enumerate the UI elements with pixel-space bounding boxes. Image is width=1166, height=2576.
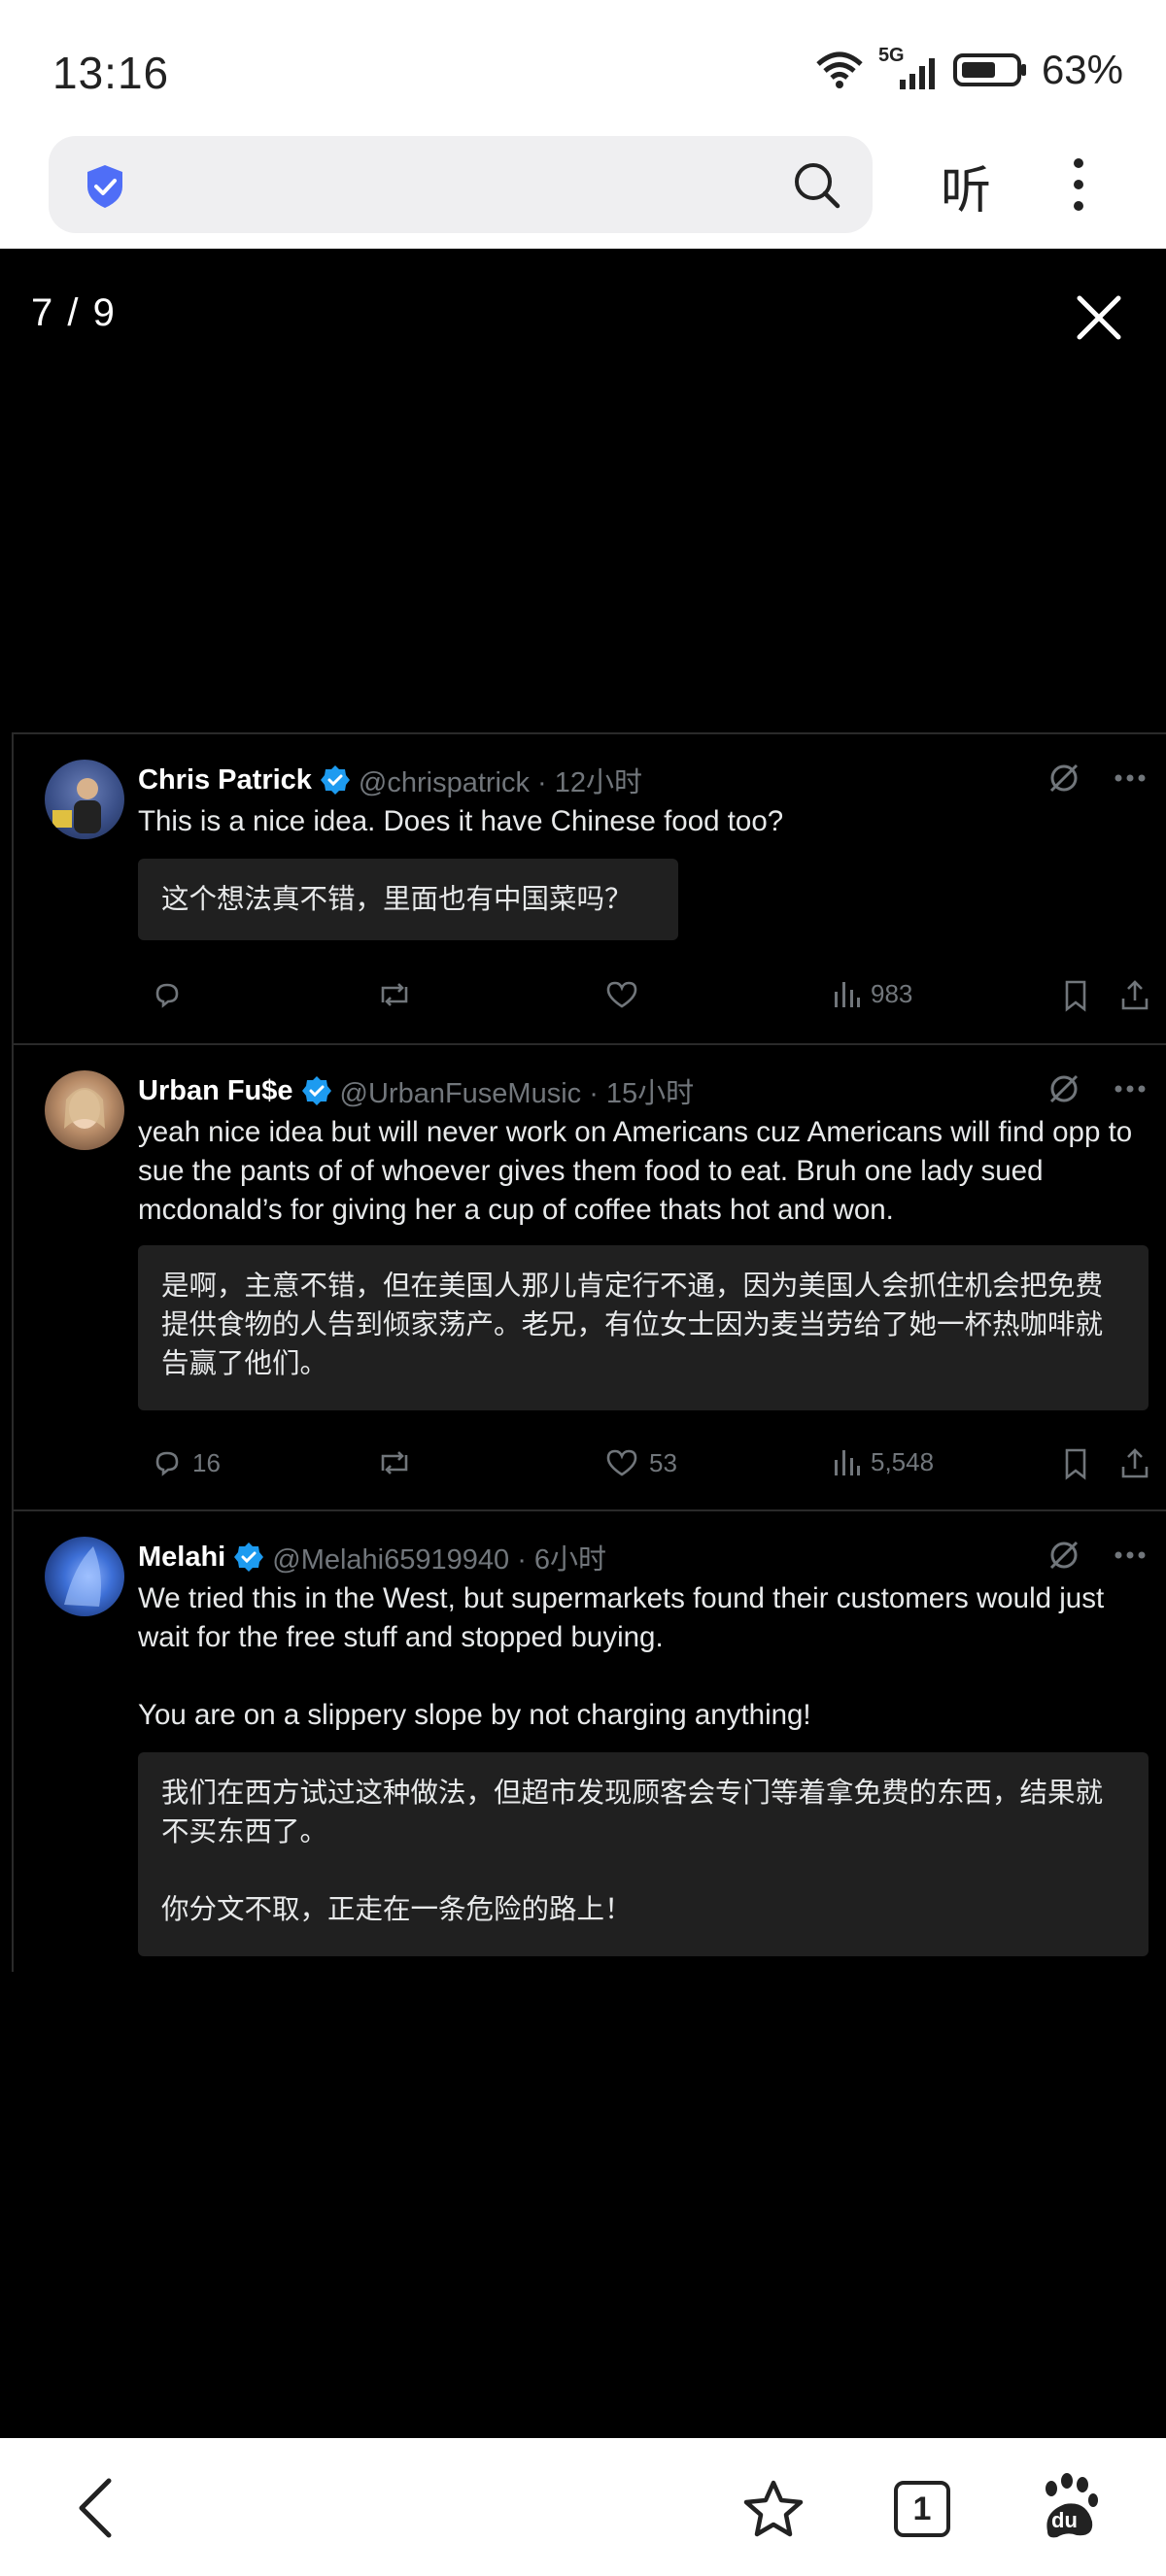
- avatar: [45, 1070, 124, 1150]
- user-handle: @chrispatrick · 12小时: [358, 767, 643, 798]
- baidu-paw-icon[interactable]: du: [1038, 2473, 1100, 2541]
- battery-percent: 63%: [1041, 47, 1123, 92]
- grok-icon[interactable]: [1047, 1072, 1080, 1105]
- verified-badge-icon: [320, 765, 350, 795]
- verified-badge-icon: [234, 1542, 264, 1572]
- image-counter: 7 / 9: [31, 291, 117, 334]
- address-bar[interactable]: [49, 136, 873, 233]
- tweet-thread-image: Chris Patrick @chrispatrick · 12小时 This …: [12, 732, 1166, 1972]
- tabs-count: 1: [912, 2490, 932, 2527]
- bookmark-icon[interactable]: [1061, 979, 1090, 1012]
- repost-button[interactable]: [375, 1447, 414, 1478]
- browser-bottom-nav: 1 du: [0, 2438, 1166, 2576]
- tweet-text: yeah nice idea but will never work on Am…: [138, 1116, 1133, 1226]
- cellular-signal-icon: 5G: [878, 45, 939, 91]
- browser-toolbar: 听: [0, 126, 1166, 249]
- tabs-button[interactable]: 1: [894, 2481, 950, 2537]
- like-button[interactable]: [604, 979, 649, 1010]
- repost-icon: [381, 983, 408, 1006]
- reply-icon: [155, 983, 179, 1008]
- avatar: [45, 760, 124, 839]
- views-button[interactable]: 983: [832, 979, 912, 1009]
- more-horizontal-icon[interactable]: [1114, 1084, 1147, 1094]
- views-button[interactable]: 5,548: [832, 1447, 934, 1477]
- analytics-icon: [835, 981, 860, 1007]
- heart-icon: [606, 981, 637, 1008]
- verified-badge-icon: [301, 1076, 331, 1105]
- star-icon[interactable]: [742, 2479, 805, 2539]
- tweet-text: This is a nice idea. Does it have Chines…: [138, 805, 784, 837]
- like-count: 53: [649, 1447, 677, 1477]
- reply-button[interactable]: 16: [152, 1447, 221, 1478]
- tweet-translation: 这个想法真不错，里面也有中国菜吗？: [138, 859, 678, 940]
- tweet-header: Melahi @Melahi65919940 · 6小时: [138, 1537, 606, 1577]
- more-horizontal-icon[interactable]: [1114, 773, 1147, 783]
- tweet-actions: 16 53 5,548: [138, 1447, 1158, 1490]
- wifi-icon: [816, 51, 863, 88]
- battery-icon: [952, 53, 1026, 86]
- view-count: 5,548: [871, 1447, 935, 1476]
- tweet-menu: [1047, 762, 1147, 795]
- close-icon[interactable]: [1075, 293, 1123, 342]
- status-time: 13:16: [52, 48, 170, 98]
- user-name: Urban Fu$e: [138, 1074, 293, 1106]
- listen-button[interactable]: 听: [941, 150, 991, 222]
- more-horizontal-icon[interactable]: [1114, 1550, 1147, 1560]
- analytics-icon: [835, 1449, 860, 1475]
- tweet-actions: 983: [138, 979, 1158, 1022]
- repost-button[interactable]: [375, 979, 414, 1010]
- shield-check-icon: [87, 165, 122, 208]
- divider: [14, 1043, 1166, 1045]
- search-icon[interactable]: [791, 159, 843, 212]
- repost-icon: [381, 1451, 408, 1474]
- grok-icon[interactable]: [1047, 1539, 1080, 1572]
- tweet-text: We tried this in the West, but supermark…: [138, 1582, 1105, 1731]
- status-bar: 13:16 5G 63%: [0, 0, 1166, 126]
- user-name: Chris Patrick: [138, 763, 312, 796]
- back-icon[interactable]: [76, 2477, 115, 2539]
- share-icon[interactable]: [1119, 979, 1150, 1012]
- tweet-translation: 是啊，主意不错，但在美国人那儿肯定行不通，因为美国人会抓住机会把免费提供食物的人…: [138, 1245, 1149, 1410]
- share-icon[interactable]: [1119, 1447, 1150, 1480]
- tweet-header: Chris Patrick @chrispatrick · 12小时: [138, 760, 642, 800]
- user-handle: @UrbanFuseMusic · 15小时: [339, 1078, 695, 1109]
- tweet-translation: 我们在西方试过这种做法，但超市发现顾客会专门等着拿免费的东西，结果就不买东西了。…: [138, 1752, 1149, 1956]
- user-name: Melahi: [138, 1541, 226, 1573]
- user-handle: @Melahi65919940 · 6小时: [272, 1544, 607, 1576]
- bookmark-icon[interactable]: [1061, 1447, 1090, 1480]
- tweet-menu: [1047, 1072, 1147, 1105]
- status-icons: 5G 63%: [814, 45, 1123, 93]
- heart-icon: [606, 1449, 637, 1476]
- like-button[interactable]: 53: [604, 1447, 677, 1478]
- avatar: [45, 1537, 124, 1616]
- reply-button[interactable]: [152, 979, 192, 1010]
- grok-icon[interactable]: [1047, 762, 1080, 795]
- baidu-label: du: [1051, 2508, 1078, 2532]
- reply-count: 16: [192, 1447, 221, 1477]
- more-vertical-icon[interactable]: [1069, 155, 1088, 214]
- reply-icon: [155, 1451, 179, 1476]
- tweet-header: Urban Fu$e @UrbanFuseMusic · 15小时: [138, 1070, 694, 1111]
- tweet-menu: [1047, 1539, 1147, 1572]
- divider: [14, 1509, 1166, 1511]
